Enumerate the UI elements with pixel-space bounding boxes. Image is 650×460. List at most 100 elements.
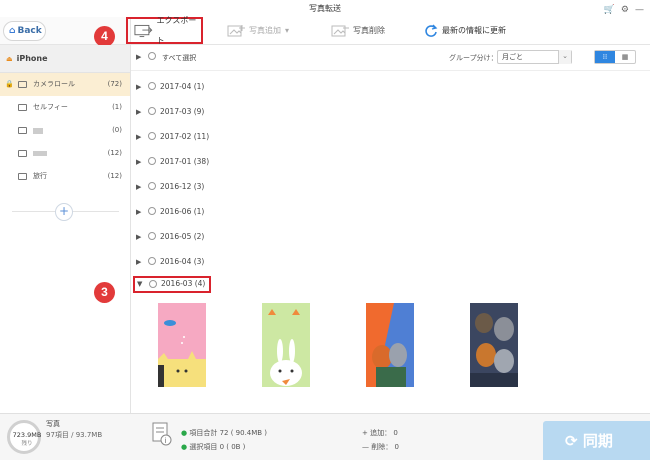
sidebar-item-travel[interactable]: 旅行 (12) [0, 165, 130, 188]
title-bar: 写真転送 🛒 ⚙ — [0, 0, 650, 17]
camera-icon [18, 81, 27, 88]
add-photo-icon [227, 25, 245, 37]
photo-thumbnail-image [158, 303, 206, 387]
total-items: ● 項目合計 72 ( 90.4MB ) [181, 428, 267, 438]
expand-arrow-icon[interactable]: ▶ [136, 183, 141, 191]
collapse-arrow-icon[interactable]: ▼ [137, 280, 142, 288]
added-count-text: 追加： 0 [370, 429, 398, 437]
group-checkbox[interactable] [148, 207, 156, 215]
group-checkbox[interactable] [149, 280, 157, 288]
storage-gauge: 723.9MB 残り [7, 420, 41, 454]
expand-arrow-icon[interactable]: ▶ [136, 83, 141, 91]
group-checkbox[interactable] [148, 107, 156, 115]
group-checkbox[interactable] [148, 132, 156, 140]
group-row[interactable]: ▶ 2017-03 (9) [131, 105, 431, 121]
total-items-text: 項目合計 72 ( 90.4MB ) [189, 429, 268, 437]
expand-arrow-icon[interactable]: ▶ [136, 233, 141, 241]
expand-all-arrow-icon[interactable]: ▶ [136, 53, 141, 61]
sidebar-item-count: (0) [112, 126, 122, 134]
delete-photo-label: 写真削除 [353, 26, 385, 35]
group-checkbox[interactable] [148, 232, 156, 240]
plus-icon: + [362, 429, 368, 437]
group-checkbox[interactable] [148, 82, 156, 90]
sidebar-item-selfie[interactable]: セルフィー (1) [0, 96, 130, 119]
select-all-label: すべて選択 [162, 54, 197, 62]
back-button[interactable]: ⌂ Back [3, 21, 46, 41]
group-row[interactable]: ▶ 2016-04 (3) [131, 255, 431, 271]
category-title: 写真 [46, 420, 60, 428]
sidebar-item-album-2[interactable]: (12) [0, 142, 130, 165]
added-count: + 追加： 0 [362, 428, 398, 438]
group-label: 2016-06 (1) [160, 207, 205, 216]
group-row[interactable]: ▶ 2016-12 (3) [131, 180, 431, 196]
list-header: ▶ すべて選択 グループ分け： 月ごと ⌄ ⁞⁞ ▦ [131, 50, 650, 68]
toolbar: エクスポート 写真追加 ▾ 写真削除 最新の情報に更新 [126, 16, 650, 45]
sync-icon: ⟳ [565, 432, 578, 450]
camera-icon [18, 104, 27, 111]
group-label: 2016-03 (4) [161, 279, 206, 288]
group-row-expanded[interactable]: ▼ 2016-03 (4) [133, 276, 211, 293]
storage-value: 723.9MB [12, 431, 42, 439]
sidebar-item-label: 旅行 [33, 172, 47, 180]
group-checkbox[interactable] [148, 257, 156, 265]
group-checkbox[interactable] [148, 157, 156, 165]
expand-arrow-icon[interactable]: ▶ [136, 208, 141, 216]
group-by-select[interactable]: 月ごと ⌄ [497, 50, 572, 64]
refresh-button[interactable]: 最新の情報に更新 [424, 21, 506, 41]
expand-arrow-icon[interactable]: ▶ [136, 158, 141, 166]
expand-arrow-icon[interactable]: ▶ [136, 258, 141, 266]
back-label: Back [17, 26, 42, 36]
sync-label: 同期 [582, 432, 613, 450]
group-by-value: 月ごと [502, 53, 523, 61]
photo-thumbnail[interactable] [158, 303, 206, 387]
photo-thumbnail[interactable] [366, 303, 414, 387]
deleted-count-text: 削除： 0 [371, 443, 399, 451]
sidebar-item-count: (12) [107, 172, 122, 180]
group-label: 2017-04 (1) [160, 82, 205, 91]
sidebar-item-label [33, 128, 43, 134]
select-all-checkbox[interactable] [148, 52, 156, 60]
sidebar-item-count: (1) [112, 103, 122, 111]
photo-list: ▶ すべて選択 グループ分け： 月ごと ⌄ ⁞⁞ ▦ ▶ 2017-04 (1)… [131, 45, 650, 413]
step-badge-export: 4 [94, 26, 115, 47]
grid-large-view-button[interactable]: ▦ [615, 51, 635, 63]
sidebar-item-camera-roll[interactable]: 🔒 カメラロール (72) [0, 73, 130, 96]
photo-thumbnail[interactable] [262, 303, 310, 387]
chevron-down-icon: ▾ [285, 26, 290, 35]
group-checkbox[interactable] [148, 182, 156, 190]
category-detail: 97項目 / 93.7MB [46, 431, 103, 439]
sidebar: ⏏ iPhone 🔒 カメラロール (72) セルフィー (1) (0) (12)… [0, 45, 131, 413]
expand-arrow-icon[interactable]: ▶ [136, 108, 141, 116]
device-name: iPhone [16, 54, 48, 63]
group-row[interactable]: ▶ 2016-06 (1) [131, 205, 431, 221]
sync-button[interactable]: ⟳ 同期 [543, 421, 650, 460]
eject-icon: ⏏ [6, 55, 13, 63]
photo-thumbnail-image [470, 303, 518, 387]
status-footer: 723.9MB 残り 写真 97項目 / 93.7MB i ● 項目合計 72 (… [0, 413, 650, 460]
group-label: 2016-05 (2) [160, 232, 205, 241]
group-row[interactable]: ▶ 2016-05 (2) [131, 230, 431, 246]
sidebar-item-album-1[interactable]: (0) [0, 119, 130, 142]
photo-thumbnail-image [262, 303, 310, 387]
delete-photo-button[interactable]: 写真削除 [331, 21, 385, 41]
add-photo-label: 写真追加 [249, 26, 281, 35]
group-row[interactable]: ▶ 2017-01 (38) [131, 155, 431, 171]
expand-arrow-icon[interactable]: ▶ [136, 133, 141, 141]
device-header[interactable]: ⏏ iPhone [0, 45, 130, 73]
selected-items: ● 選択項目 0 ( 0B ) [181, 442, 245, 452]
group-row[interactable]: ▶ 2017-02 (11) [131, 130, 431, 146]
sidebar-item-label [33, 151, 47, 156]
export-button[interactable]: エクスポート [126, 16, 203, 45]
add-photo-button[interactable]: 写真追加 ▾ [227, 21, 289, 41]
step-badge-group: 3 [94, 282, 115, 303]
group-label: 2016-12 (3) [160, 182, 205, 191]
album-icon [18, 150, 27, 157]
photo-thumbnail[interactable] [470, 303, 518, 387]
grid-small-view-button[interactable]: ⁞⁞ [595, 51, 615, 63]
bullet-icon: ● [181, 429, 188, 437]
add-album-button[interactable]: + [55, 203, 73, 221]
album-icon [18, 173, 27, 180]
group-label: 2017-03 (9) [160, 107, 205, 116]
group-row[interactable]: ▶ 2017-04 (1) [131, 80, 431, 96]
sidebar-item-count: (72) [107, 80, 122, 88]
